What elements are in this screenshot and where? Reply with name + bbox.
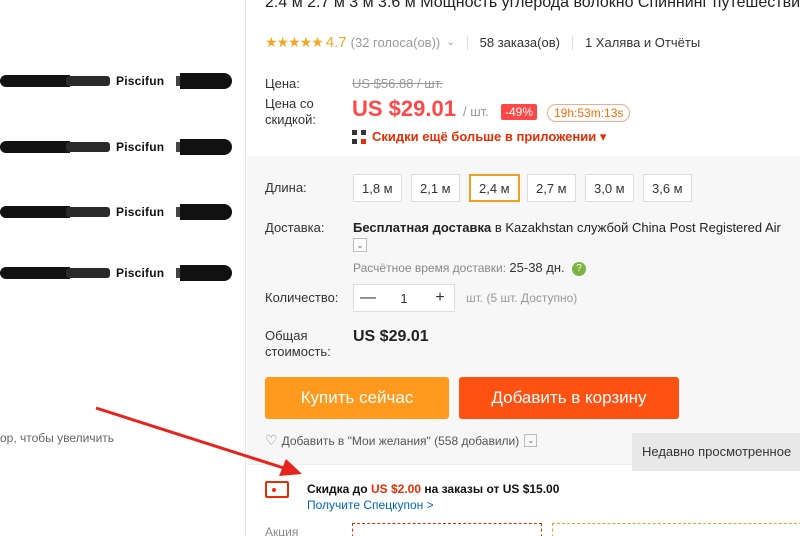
quantity-stepper: — 1 + <box>353 284 455 312</box>
promo-label: Акция <box>265 525 299 536</box>
price-area: Цена: US $56.88 / шт. Цена со скидкой: U… <box>247 64 800 156</box>
quantity-label: Количество: <box>265 290 339 305</box>
total-label: Общая стоимость: <box>265 328 331 359</box>
rewards-link[interactable]: 1 Халява и Отчёты <box>585 35 700 50</box>
heart-icon: ♡ <box>265 432 278 448</box>
discount-price-label: Цена со скидкой: <box>265 96 316 127</box>
wishlist-dropdown-icon[interactable]: ⌄ <box>524 434 538 447</box>
rod-brand-text: Piscifun <box>116 74 165 88</box>
rod-brand-text: Piscifun <box>116 140 165 154</box>
coupon-text: Скидка до US $2.00 на заказы от US $15.0… <box>307 482 559 496</box>
coupon-amount: US $2.00 <box>370 482 422 496</box>
divider <box>466 35 468 50</box>
recently-viewed-tab[interactable]: Недавно просмотренное <box>632 433 800 471</box>
length-option-3-0[interactable]: 3,0 м <box>585 174 634 202</box>
delivery-eta: Расчётное время доставки: 25-38 дн. ? <box>353 260 586 276</box>
buy-now-button[interactable]: Купить сейчас <box>265 377 449 419</box>
length-option-2-4-selected[interactable]: 2,4 м <box>469 174 520 202</box>
coupon-area: Скидка до US $2.00 на заказы от US $15.0… <box>247 464 800 536</box>
length-option-1-8[interactable]: 1,8 м <box>353 174 402 202</box>
length-option-3-6[interactable]: 3,6 м <box>643 174 692 202</box>
app-deal-text: Скидки ещё больше в приложении ▾ <box>372 129 607 144</box>
old-price: US $56.88 / шт. <box>352 76 443 91</box>
rating-value: 4.7 <box>325 34 347 51</box>
wishlist-link[interactable]: ♡ Добавить в "Мои желания" (558 добавили… <box>265 432 538 449</box>
product-image-rod[interactable]: Piscifun <box>0 72 232 90</box>
coupon-icon <box>265 481 289 498</box>
per-unit: / шт. <box>463 104 489 119</box>
get-coupon-link[interactable]: Получите Спецкупон > <box>307 498 434 512</box>
rating-stars-icon: ★★★★★ <box>265 34 324 50</box>
add-to-cart-button[interactable]: Добавить в корзину <box>459 377 679 419</box>
length-option-2-7[interactable]: 2,7 м <box>527 174 576 202</box>
free-shipping-text: Бесплатная доставка <box>353 220 492 235</box>
zoom-hint: ор, чтобы увеличить <box>0 431 115 445</box>
rating-row: ★★★★★ 4.7 (32 голоса(ов)) ⌄ 58 заказа(ов… <box>265 34 700 51</box>
countdown-timer: 19h:53m:13s <box>547 104 631 122</box>
new-price: US $29.01 <box>352 96 456 121</box>
decrease-button[interactable]: — <box>354 289 382 307</box>
product-title: 2.4 м 2.7 м 3 м 3.6 м Мощность углерода … <box>265 0 800 11</box>
product-image-rod[interactable]: Piscifun <box>0 138 232 156</box>
eta-label: Расчётное время доставки: <box>353 261 507 275</box>
wishlist-text: Добавить в "Мои желания" (558 добавили) <box>281 433 520 448</box>
stock-info: шт. (5 шт. Доступно) <box>466 291 578 305</box>
price-label: Цена: <box>265 76 300 91</box>
eta-days: 25-38 дн. <box>509 260 565 275</box>
shipping-method-text: в Kazakhstan службой China Post Register… <box>491 220 781 235</box>
rod-brand-text: Piscifun <box>116 266 165 280</box>
chevron-down-icon[interactable]: ⌄ <box>446 37 454 48</box>
coupon-prefix: Скидка до <box>307 482 371 496</box>
increase-button[interactable]: + <box>426 289 454 307</box>
votes-link[interactable]: (32 голоса(ов)) <box>351 35 441 50</box>
divider <box>571 35 573 50</box>
product-image-rod[interactable]: Piscifun <box>0 264 232 282</box>
promo-card[interactable] <box>352 523 542 536</box>
shipping-dropdown-icon[interactable]: ⌄ <box>353 238 367 252</box>
orders-count: 58 заказа(ов) <box>479 35 560 50</box>
quantity-input[interactable]: 1 <box>382 291 426 306</box>
help-icon[interactable]: ? <box>572 261 586 276</box>
coupon-suffix: на заказы от US $15.00 <box>421 482 560 496</box>
product-image-rod[interactable]: Piscifun <box>0 203 232 221</box>
length-option-2-1[interactable]: 2,1 м <box>411 174 460 202</box>
length-label: Длина: <box>265 180 307 195</box>
product-gallery: Piscifun Piscifun Piscifun Piscifun ор, … <box>0 0 246 536</box>
delivery-info: Бесплатная доставка в Kazakhstan службой… <box>353 220 781 235</box>
delivery-label: Доставка: <box>265 220 325 235</box>
discount-badge: -49% <box>501 104 538 120</box>
total-value: US $29.01 <box>353 328 429 345</box>
promo-card[interactable] <box>552 523 800 536</box>
qr-code-icon <box>352 130 366 144</box>
rod-brand-text: Piscifun <box>116 205 165 219</box>
app-deal-link[interactable]: Скидки ещё больше в приложении ▾ <box>352 129 606 145</box>
